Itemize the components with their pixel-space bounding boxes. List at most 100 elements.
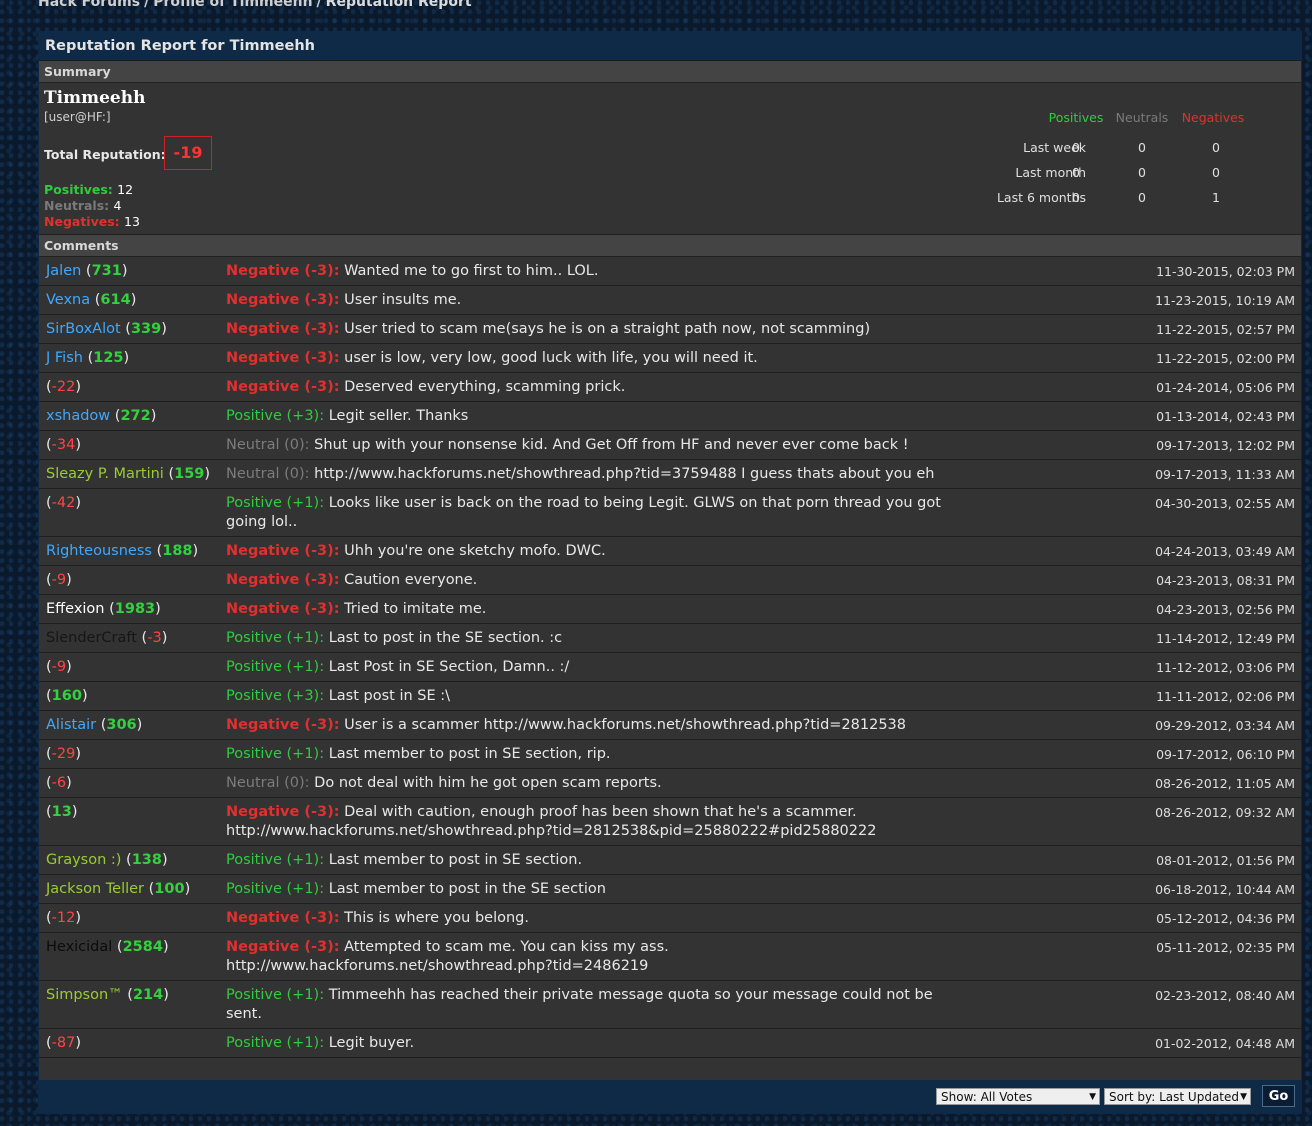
stats-cell: 0 bbox=[1072, 165, 1080, 180]
comment-text: Caution everyone. bbox=[344, 572, 478, 588]
voter-reputation-link[interactable]: 125 bbox=[93, 350, 123, 366]
voter-reputation-link[interactable]: 188 bbox=[162, 543, 192, 559]
voter-reputation-link[interactable]: 214 bbox=[133, 987, 163, 1003]
positives-label: Positives: bbox=[44, 182, 113, 197]
voter-reputation-link[interactable]: 731 bbox=[92, 263, 122, 279]
voter-reputation-link[interactable]: -42 bbox=[52, 495, 76, 511]
voter-cell: Jalen (731) bbox=[39, 262, 219, 281]
voter-reputation-link[interactable]: 1983 bbox=[115, 601, 155, 617]
voter-reputation-link[interactable]: -9 bbox=[52, 572, 66, 588]
voter-reputation-link[interactable]: 339 bbox=[131, 321, 161, 337]
voter-username-link[interactable]: Alistair bbox=[46, 717, 96, 733]
vote-type-label: Positive (+1): bbox=[226, 881, 325, 897]
voter-username-link[interactable]: Simpson™ bbox=[46, 987, 123, 1003]
comment-row: Grayson :) (138) Positive (+1): Last memb… bbox=[39, 846, 1301, 875]
voter-reputation-link[interactable]: -29 bbox=[52, 746, 76, 762]
comment-text: Uhh you're one sketchy mofo. DWC. bbox=[344, 543, 606, 559]
voter-reputation-link[interactable]: -22 bbox=[52, 379, 76, 395]
comment-cell: Positive (+3): Last post in SE :\ bbox=[219, 687, 971, 706]
voter-username-link[interactable]: Sleazy P. Martini bbox=[46, 466, 164, 482]
vote-type-label: Negative (-3): bbox=[226, 350, 340, 366]
comment-cell: Neutral (0): Shut up with your nonsense … bbox=[219, 436, 971, 455]
comment-text: Shut up with your nonsense kid. And Get … bbox=[314, 437, 909, 453]
voter-reputation-link[interactable]: -9 bbox=[52, 659, 66, 675]
stats-cell: 0 bbox=[1138, 190, 1146, 205]
comment-cell: Negative (-3): user is low, very low, go… bbox=[219, 349, 971, 368]
negatives-number: 13 bbox=[124, 214, 140, 229]
voter-username-link[interactable]: Vexna bbox=[46, 292, 90, 308]
panel-title: Reputation Report for Timmeehh bbox=[39, 32, 1301, 61]
voter-username-link[interactable]: Righteousness bbox=[46, 543, 152, 559]
neutrals-label: Neutrals: bbox=[44, 198, 110, 213]
voter-username-link[interactable]: Jackson Teller bbox=[46, 881, 144, 897]
show-votes-select[interactable]: Show: All Votes ▼ bbox=[936, 1088, 1100, 1105]
voter-username-link[interactable]: Jalen bbox=[46, 263, 81, 279]
comment-row: Righteousness (188) Negative (-3): Uhh yo… bbox=[39, 537, 1301, 566]
voter-reputation-link[interactable]: -34 bbox=[52, 437, 76, 453]
comment-cell: Positive (+1): Legit buyer. bbox=[219, 1034, 971, 1053]
comment-row: (-9) Positive (+1): Last Post in SE Secti… bbox=[39, 653, 1301, 682]
comment-text: Legit buyer. bbox=[328, 1035, 415, 1051]
voter-username-link[interactable]: xshadow bbox=[46, 408, 110, 424]
summary-header: Summary bbox=[39, 61, 1301, 83]
comment-date: 09-17-2013, 12:02 PM bbox=[1156, 438, 1295, 453]
voter-reputation-link[interactable]: 13 bbox=[52, 804, 72, 820]
go-button[interactable]: Go bbox=[1262, 1085, 1295, 1107]
voter-reputation-link[interactable]: 306 bbox=[106, 717, 136, 733]
comment-cell: Positive (+1): Last member to post in SE… bbox=[219, 745, 971, 764]
comment-row: Jalen (731) Negative (-3): Wanted me to g… bbox=[39, 257, 1301, 286]
voter-rep-close: ) bbox=[192, 543, 199, 559]
comment-text: user is low, very low, good luck with li… bbox=[344, 350, 758, 366]
voter-rep-close: ) bbox=[75, 495, 82, 511]
voter-reputation-link[interactable]: 272 bbox=[120, 408, 150, 424]
comment-date: 08-01-2012, 01:56 PM bbox=[1156, 853, 1295, 868]
voter-reputation-link[interactable]: 614 bbox=[100, 292, 130, 308]
comment-date: 09-29-2012, 03:34 AM bbox=[1155, 718, 1295, 733]
voter-reputation-link[interactable]: -3 bbox=[147, 630, 161, 646]
comment-text: Timmeehh has reached their private messa… bbox=[226, 987, 933, 1022]
voter-reputation-link[interactable]: 2584 bbox=[123, 939, 163, 955]
voter-rep-close: ) bbox=[75, 746, 82, 762]
comment-text: User tried to scam me(says he is on a st… bbox=[344, 321, 871, 337]
voter-username-link[interactable]: Effexion bbox=[46, 601, 105, 617]
voter-reputation-link[interactable]: -6 bbox=[52, 775, 66, 791]
comment-date: 04-24-2013, 03:49 AM bbox=[1155, 544, 1295, 559]
user-title: [user@HF:] bbox=[44, 110, 111, 124]
voter-username-link[interactable]: J Fish bbox=[46, 350, 83, 366]
comment-cell: Negative (-3): Tried to imitate me. bbox=[219, 600, 971, 619]
voter-rep-close: ) bbox=[161, 630, 168, 646]
voter-rep-close: ) bbox=[162, 939, 169, 955]
comment-cell: Negative (-3): Deal with caution, enough… bbox=[219, 803, 971, 841]
vote-type-label: Positive (+1): bbox=[226, 630, 325, 646]
breadcrumb-profile-link[interactable]: Profile of Timmeehh bbox=[153, 0, 312, 10]
voter-reputation-link[interactable]: 159 bbox=[174, 466, 204, 482]
comment-date: 11-12-2012, 03:06 PM bbox=[1156, 660, 1295, 675]
voter-reputation-link[interactable]: 138 bbox=[132, 852, 162, 868]
breadcrumb-home-link[interactable]: Hack Forums bbox=[38, 0, 140, 10]
voter-username-link[interactable]: SlenderCraft bbox=[46, 630, 137, 646]
voter-username-link[interactable]: Grayson :) bbox=[46, 852, 121, 868]
comment-text: Last member to post in SE section. bbox=[328, 852, 583, 868]
voter-reputation-link[interactable]: 100 bbox=[154, 881, 184, 897]
voter-cell: Hexicidal (2584) bbox=[39, 938, 219, 957]
voter-reputation-link[interactable]: -12 bbox=[52, 910, 76, 926]
voter-username-link[interactable]: Hexicidal bbox=[46, 939, 112, 955]
comment-date: 01-13-2014, 02:43 PM bbox=[1156, 409, 1295, 424]
vote-type-label: Negative (-3): bbox=[226, 321, 340, 337]
voter-cell: (-34) bbox=[39, 436, 219, 455]
comment-cell: Negative (-3): Caution everyone. bbox=[219, 571, 971, 590]
comment-date: 05-11-2012, 02:35 PM bbox=[1156, 940, 1295, 955]
comment-cell: Neutral (0): Do not deal with him he got… bbox=[219, 774, 971, 793]
vote-type-label: Positive (+3): bbox=[226, 688, 325, 704]
stats-header-negatives: Negatives bbox=[1181, 110, 1245, 125]
voter-reputation-link[interactable]: 160 bbox=[52, 688, 82, 704]
chevron-down-icon: ▼ bbox=[1240, 1092, 1247, 1102]
sort-by-select[interactable]: Sort by: Last Updated ▼ bbox=[1104, 1088, 1251, 1105]
vote-type-label: Positive (+1): bbox=[226, 1035, 325, 1051]
voter-reputation-link[interactable]: -87 bbox=[52, 1035, 76, 1051]
voter-username-link[interactable]: SirBoxAlot bbox=[46, 321, 121, 337]
voter-cell: (13) bbox=[39, 803, 219, 822]
comment-row: (-12) Negative (-3): This is where you be… bbox=[39, 904, 1301, 933]
voter-rep-close: ) bbox=[204, 466, 211, 482]
negatives-label: Negatives: bbox=[44, 214, 120, 229]
